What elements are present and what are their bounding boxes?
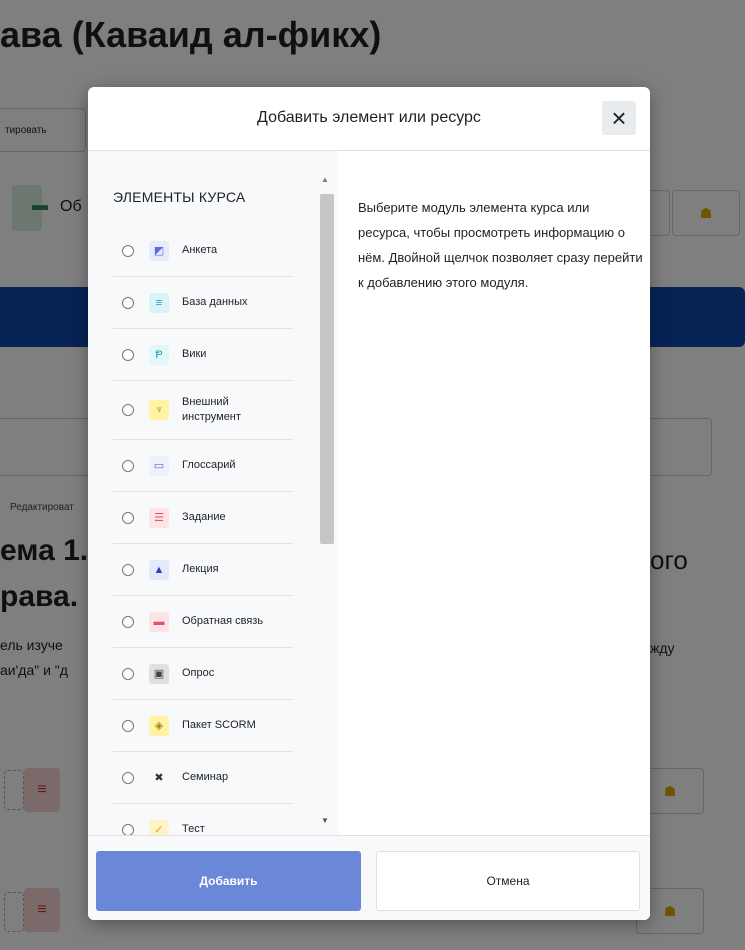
scroll-thumb[interactable] xyxy=(320,194,334,544)
workshop-icon: ✖ xyxy=(154,772,164,784)
radio-button[interactable] xyxy=(122,563,134,576)
choice-icon: ▣ xyxy=(149,663,169,684)
wiki-icon: Ᵽ xyxy=(149,344,169,365)
radio-button[interactable] xyxy=(122,719,134,732)
radio-button[interactable] xyxy=(122,459,134,472)
modal-footer: Добавить Отмена xyxy=(88,835,650,920)
module-label: Глоссарий xyxy=(182,459,236,471)
lesson-icon: ▲ xyxy=(149,559,169,580)
radio-button[interactable] xyxy=(122,296,134,309)
module-info-pane: Выберите модуль элемента курса или ресур… xyxy=(340,151,648,835)
cancel-button[interactable]: Отмена xyxy=(376,851,640,911)
feedback-icon: ▬ xyxy=(149,611,169,632)
module-label: База данных xyxy=(182,296,248,308)
module-label: Опрос xyxy=(182,667,215,679)
radio-button[interactable] xyxy=(122,771,134,784)
radio-button[interactable] xyxy=(122,348,134,361)
scroll-up-icon[interactable]: ▲ xyxy=(321,175,329,184)
module-label: Анкета xyxy=(182,244,218,256)
module-label: Вики xyxy=(182,348,207,360)
module-item[interactable]: ▭ Глоссарий xyxy=(113,440,293,492)
activity-chooser-modal: Добавить элемент или ресурс × ЭЛЕМЕНТЫ К… xyxy=(88,87,650,920)
scrollbar[interactable]: ▲ ▼ xyxy=(317,171,335,831)
modal-header: Добавить элемент или ресурс × xyxy=(88,87,650,151)
module-item[interactable]: ◩ Анкета xyxy=(113,225,293,277)
close-icon[interactable]: × xyxy=(602,101,636,135)
module-item[interactable]: ▣ Опрос xyxy=(113,648,293,700)
glossary-icon: ▭ xyxy=(149,455,169,476)
module-item[interactable]: Ᵽ Вики xyxy=(113,329,293,381)
external-tool-icon: ♆ xyxy=(149,400,169,420)
database-icon: ≡ xyxy=(149,292,169,313)
module-label: Обратная связь xyxy=(182,615,264,627)
assignment-icon: ☰ xyxy=(149,507,169,528)
radio-button[interactable] xyxy=(122,615,134,628)
module-label: Пакет SCORM xyxy=(182,719,256,731)
module-item[interactable]: ◈ Пакет SCORM xyxy=(113,700,293,752)
module-item[interactable]: ▬ Обратная связь xyxy=(113,596,293,648)
scorm-icon: ◈ xyxy=(149,715,169,736)
module-list: ◩ Анкета ≡ База данных Ᵽ Вики ♆ Внешний инструм… xyxy=(113,225,293,856)
module-info-text: Выберите модуль элемента курса или ресур… xyxy=(358,200,643,290)
module-label: Семинар xyxy=(182,771,229,783)
modal-title: Добавить элемент или ресурс xyxy=(257,109,481,126)
radio-button[interactable] xyxy=(122,511,134,524)
radio-button[interactable] xyxy=(122,823,134,836)
module-item[interactable]: ♆ Внешний инструмент xyxy=(113,381,293,440)
radio-button[interactable] xyxy=(122,244,134,257)
module-item[interactable]: ▲ Лекция xyxy=(113,544,293,596)
scroll-down-icon[interactable]: ▼ xyxy=(321,816,329,825)
add-button[interactable]: Добавить xyxy=(96,851,361,911)
module-label: Задание xyxy=(182,511,226,523)
module-item[interactable]: ☰ Задание xyxy=(113,492,293,544)
radio-button[interactable] xyxy=(122,667,134,680)
module-label: Внешний инструмент xyxy=(182,396,241,423)
section-label: ЭЛЕМЕНТЫ КУРСА xyxy=(113,189,246,205)
module-item[interactable]: ≡ База данных xyxy=(113,277,293,329)
radio-button[interactable] xyxy=(122,404,134,416)
module-item[interactable]: ✖ Семинар xyxy=(113,752,293,804)
survey-icon: ◩ xyxy=(149,240,169,261)
module-label: Лекция xyxy=(182,563,219,575)
module-list-pane: ЭЛЕМЕНТЫ КУРСА ◩ Анкета ≡ База данных Ᵽ Вики ♆… xyxy=(88,151,338,856)
